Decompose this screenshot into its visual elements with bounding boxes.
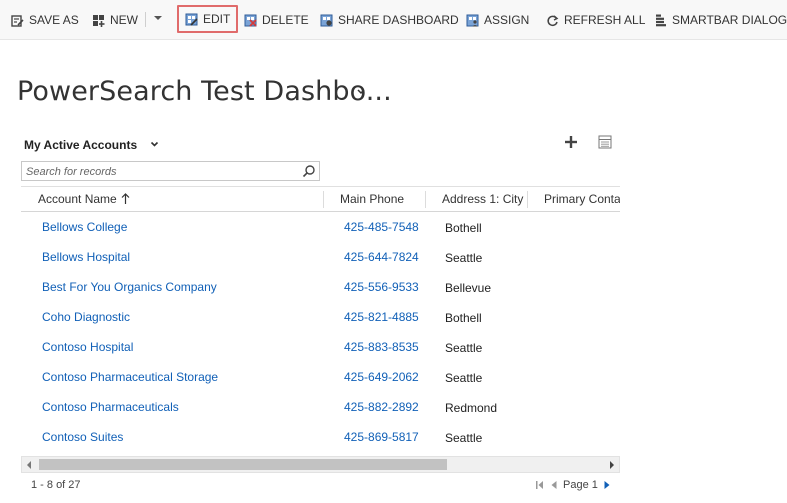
share-dashboard-icon: [320, 14, 333, 27]
phone-link[interactable]: 425-649-2062: [344, 362, 419, 392]
account-name-link[interactable]: Contoso Suites: [42, 422, 123, 452]
phone-link[interactable]: 425-883-8535: [344, 332, 419, 362]
column-header-city[interactable]: Address 1: City: [442, 187, 532, 212]
account-name-link[interactable]: Bellows Hospital: [42, 242, 130, 272]
view-chevron-down-icon[interactable]: [150, 141, 159, 148]
phone-link[interactable]: 425-556-9533: [344, 272, 419, 302]
next-page-icon[interactable]: [602, 480, 612, 490]
edit-icon: [185, 13, 198, 26]
view-selector[interactable]: My Active Accounts: [24, 138, 137, 152]
record-count: 1 - 8 of 27: [31, 479, 81, 491]
scrollbar-thumb[interactable]: [39, 459, 447, 470]
dashboard-selector-chevron-down-icon[interactable]: [356, 88, 366, 96]
page-title: PowerSearch Test Dashbo...: [17, 76, 392, 107]
column-divider[interactable]: [323, 191, 324, 208]
search-field: [21, 161, 320, 181]
toolbar-divider: [145, 12, 146, 27]
pager: Page 1: [535, 478, 616, 492]
search-icon[interactable]: [302, 164, 316, 178]
grid-header: Account Name Main Phone Address 1: City …: [21, 186, 620, 212]
phone-link[interactable]: 425-485-7548: [344, 212, 419, 242]
scroll-left-arrow-icon[interactable]: [27, 461, 31, 469]
smartbar-dialog-button[interactable]: SMARTBAR DIALOG: [654, 7, 787, 33]
new-dropdown-chevron-icon[interactable]: [154, 16, 162, 20]
new-label: NEW: [110, 13, 138, 27]
refresh-icon: [546, 14, 559, 27]
open-grid-view-icon[interactable]: [598, 135, 612, 149]
delete-button[interactable]: DELETE: [244, 7, 309, 33]
table-row: Bellows College 425-485-7548 Bothell: [21, 212, 620, 242]
column-header-primary-contact[interactable]: Primary Conta: [544, 187, 620, 212]
page-number: Page 1: [563, 479, 598, 491]
city-cell: Seattle: [445, 371, 483, 385]
assign-button[interactable]: ASSIGN: [466, 7, 529, 33]
city-cell: Bothell: [445, 221, 482, 235]
city-cell: Seattle: [445, 431, 483, 445]
phone-link[interactable]: 425-644-7824: [344, 242, 419, 272]
save-as-button[interactable]: SAVE AS: [11, 7, 79, 33]
column-divider[interactable]: [425, 191, 426, 208]
assign-icon: [466, 14, 479, 27]
first-page-icon[interactable]: [535, 480, 545, 490]
add-record-plus-icon[interactable]: [563, 134, 579, 150]
table-row: Contoso Pharmaceutical Storage 425-649-2…: [21, 362, 620, 392]
account-name-link[interactable]: Bellows College: [42, 212, 127, 242]
city-cell: Redmond: [445, 401, 498, 415]
new-button[interactable]: NEW: [92, 7, 138, 33]
share-dashboard-button[interactable]: SHARE DASHBOARD: [320, 7, 459, 33]
table-row: Coho Diagnostic 425-821-4885 Bothell: [21, 302, 620, 332]
column-header-account-name[interactable]: Account Name: [38, 187, 318, 212]
delete-icon: [244, 14, 257, 27]
smartbar-dialog-label: SMARTBAR DIALOG: [672, 13, 787, 27]
account-name-link[interactable]: Contoso Pharmaceuticals: [42, 392, 179, 422]
account-name-link[interactable]: Best For You Organics Company: [42, 272, 217, 302]
delete-label: DELETE: [262, 13, 309, 27]
account-name-link[interactable]: Contoso Hospital: [42, 332, 133, 362]
column-divider[interactable]: [527, 191, 528, 208]
save-as-icon: [11, 14, 24, 27]
assign-label: ASSIGN: [484, 13, 530, 27]
save-as-label: SAVE AS: [29, 13, 79, 27]
previous-page-icon[interactable]: [549, 480, 559, 490]
city-cell: Seattle: [445, 251, 483, 265]
command-bar: SAVE AS NEW EDIT DELETE SHARE DASHBOARD …: [0, 0, 787, 40]
city-cell: Seattle: [445, 341, 483, 355]
table-row: Best For You Organics Company 425-556-95…: [21, 272, 620, 302]
smartbar-dialog-icon: [654, 14, 667, 27]
new-icon: [92, 14, 105, 27]
city-cell: Bellevue: [445, 281, 492, 295]
phone-link[interactable]: 425-821-4885: [344, 302, 419, 332]
column-header-main-phone[interactable]: Main Phone: [340, 187, 420, 212]
refresh-all-label: REFRESH ALL: [564, 13, 646, 27]
refresh-all-button[interactable]: REFRESH ALL: [546, 7, 645, 33]
edit-button[interactable]: EDIT: [177, 5, 239, 33]
table-row: Contoso Suites 425-869-5817 Seattle: [21, 422, 620, 452]
table-row: Contoso Pharmaceuticals 425-882-2892 Red…: [21, 392, 620, 422]
account-name-link[interactable]: Coho Diagnostic: [42, 302, 130, 332]
city-cell: Bothell: [445, 311, 482, 325]
search-input[interactable]: [22, 163, 292, 181]
records-grid: Account Name Main Phone Address 1: City …: [21, 186, 620, 454]
sort-ascending-arrow-icon: [121, 193, 130, 204]
table-row: Bellows Hospital 425-644-7824 Seattle: [21, 242, 620, 272]
table-row: Contoso Hospital 425-883-8535 Seattle: [21, 332, 620, 362]
phone-link[interactable]: 425-869-5817: [344, 422, 419, 452]
account-name-link[interactable]: Contoso Pharmaceutical Storage: [42, 362, 218, 392]
horizontal-scrollbar[interactable]: [21, 456, 620, 473]
phone-link[interactable]: 425-882-2892: [344, 392, 419, 422]
scroll-right-arrow-icon[interactable]: [610, 461, 614, 469]
edit-label: EDIT: [203, 12, 231, 26]
share-dashboard-label: SHARE DASHBOARD: [338, 13, 459, 27]
